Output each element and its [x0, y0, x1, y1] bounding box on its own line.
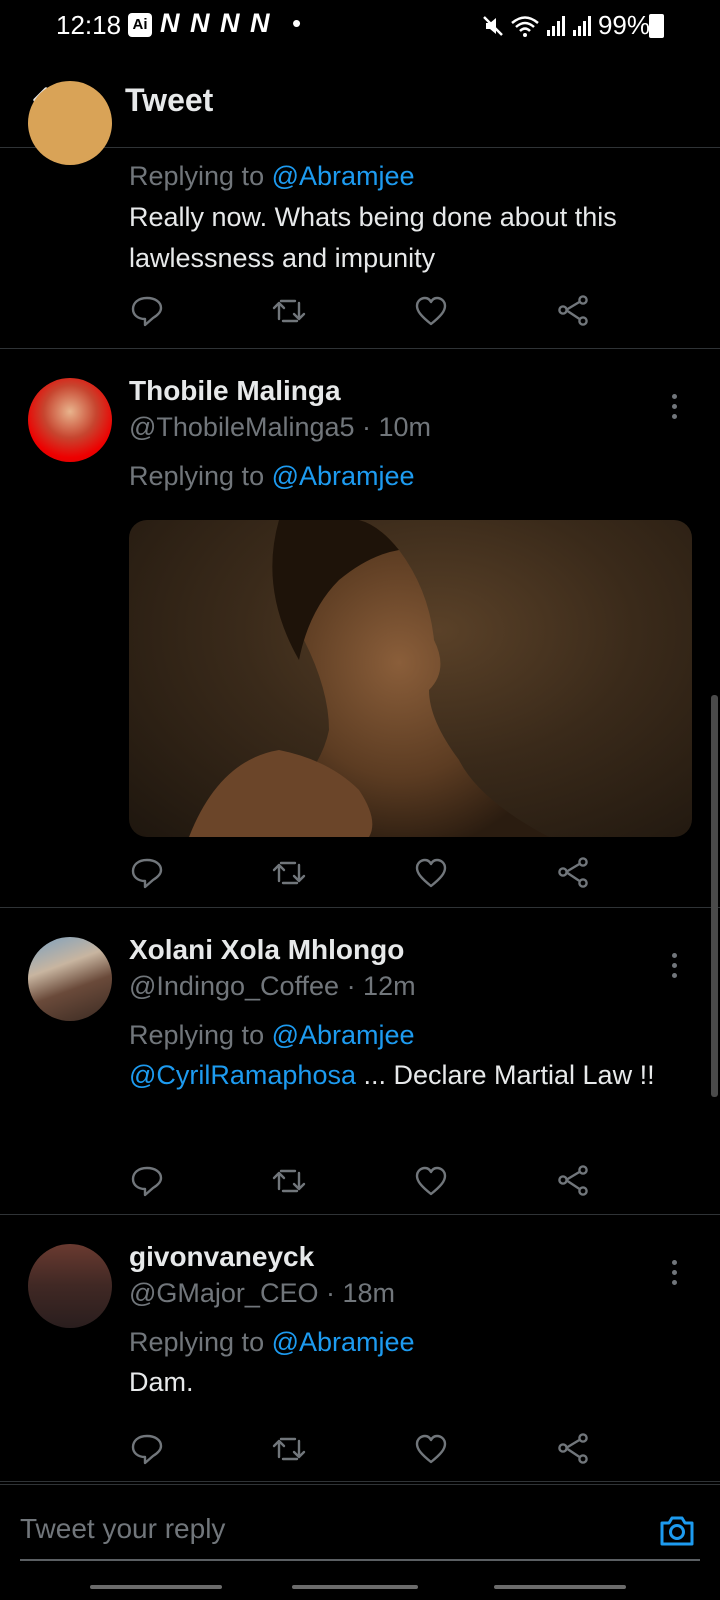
share-icon[interactable]: [555, 1431, 591, 1467]
nav-bar-segment: [292, 1585, 418, 1589]
more-options-icon[interactable]: [672, 394, 678, 424]
author-handle: @ThobileMalinga5 · 10m: [129, 412, 432, 442]
retweet-icon[interactable]: [271, 855, 307, 891]
share-icon[interactable]: [555, 1163, 591, 1199]
reply-icon[interactable]: [129, 855, 165, 891]
author-handle: @GMajor_CEO · 18m: [129, 1278, 395, 1308]
replying-to: Replying to @Abramjee: [129, 461, 415, 491]
tweet-actions: [129, 293, 609, 329]
replying-to: Replying to @Abramjee: [129, 161, 415, 191]
retweet-icon[interactable]: [271, 1163, 307, 1199]
tweet-actions: [129, 855, 609, 891]
like-icon[interactable]: [413, 293, 449, 329]
tweet-text: Dam.: [129, 1367, 194, 1397]
tweet-item[interactable]: Xolani Xola Mhlongo @Indingo_Coffee · 12…: [0, 909, 720, 1215]
reply-icon[interactable]: [129, 293, 165, 329]
like-icon[interactable]: [413, 1163, 449, 1199]
tweet-item[interactable]: givonvaneyck @GMajor_CEO · 18m Replying …: [0, 1216, 720, 1482]
mention-link[interactable]: @Abramjee: [272, 1327, 415, 1357]
tweet-text: @CyrilRamaphosa ... Declare Martial Law …: [129, 1060, 655, 1090]
camera-icon[interactable]: [658, 1511, 696, 1549]
mention-link[interactable]: @CyrilRamaphosa: [129, 1060, 356, 1090]
tweet-text: Really now. Whats being done about this …: [129, 202, 617, 273]
reply-bar: [0, 1484, 720, 1600]
page-title: Tweet: [125, 82, 214, 118]
status-dot: •: [292, 8, 302, 38]
tweet-actions: [129, 1163, 609, 1199]
like-icon[interactable]: [413, 855, 449, 891]
notification-icon: N: [250, 8, 270, 38]
avatar[interactable]: [28, 1244, 112, 1328]
wifi-icon: [511, 15, 539, 37]
tweet-actions: [129, 1431, 609, 1467]
tweet-media-image[interactable]: [129, 520, 692, 837]
mention-link[interactable]: @Abramjee: [272, 1020, 415, 1050]
nav-bar-segment: [494, 1585, 626, 1589]
author-name[interactable]: givonvaneyck: [129, 1241, 314, 1273]
ai-badge-icon: Ai: [128, 13, 152, 37]
more-options-icon[interactable]: [672, 953, 678, 983]
author-name[interactable]: Xolani Xola Mhlongo: [129, 934, 404, 966]
reply-icon[interactable]: [129, 1163, 165, 1199]
mention-link[interactable]: @Abramjee: [272, 161, 415, 191]
like-icon[interactable]: [413, 1431, 449, 1467]
mute-icon: [483, 15, 503, 36]
scrollbar[interactable]: [711, 695, 718, 1097]
notification-icon: N: [160, 8, 180, 38]
retweet-icon[interactable]: [271, 293, 307, 329]
retweet-icon[interactable]: [271, 1431, 307, 1467]
share-icon[interactable]: [555, 293, 591, 329]
tweet-item[interactable]: Replying to @Abramjee Really now. Whats …: [0, 81, 720, 349]
author-name[interactable]: Thobile Malinga: [129, 375, 341, 407]
notification-icon: N: [220, 8, 240, 38]
replying-to: Replying to @Abramjee: [129, 1020, 415, 1050]
notification-icon: N: [190, 8, 210, 38]
nav-bar-segment: [90, 1585, 222, 1589]
avatar[interactable]: [28, 81, 112, 165]
reply-icon[interactable]: [129, 1431, 165, 1467]
avatar[interactable]: [28, 937, 112, 1021]
woman-crying-photo: [189, 520, 549, 837]
share-icon[interactable]: [555, 855, 591, 891]
reply-input[interactable]: [20, 1499, 700, 1561]
battery-icon: [649, 14, 664, 38]
replying-to: Replying to @Abramjee: [129, 1327, 415, 1357]
signal-icon: [572, 15, 591, 36]
status-right: 99%: [482, 10, 650, 41]
battery-percent: 99%: [597, 10, 650, 40]
signal-icon: [546, 15, 565, 36]
avatar[interactable]: [28, 378, 112, 462]
author-handle: @Indingo_Coffee · 12m: [129, 971, 416, 1001]
status-bar: 12:18 Ai N N N N • 99%: [0, 0, 720, 52]
mention-link[interactable]: @Abramjee: [272, 461, 415, 491]
status-time: 12:18: [56, 10, 122, 40]
more-options-icon[interactable]: [672, 1260, 678, 1290]
